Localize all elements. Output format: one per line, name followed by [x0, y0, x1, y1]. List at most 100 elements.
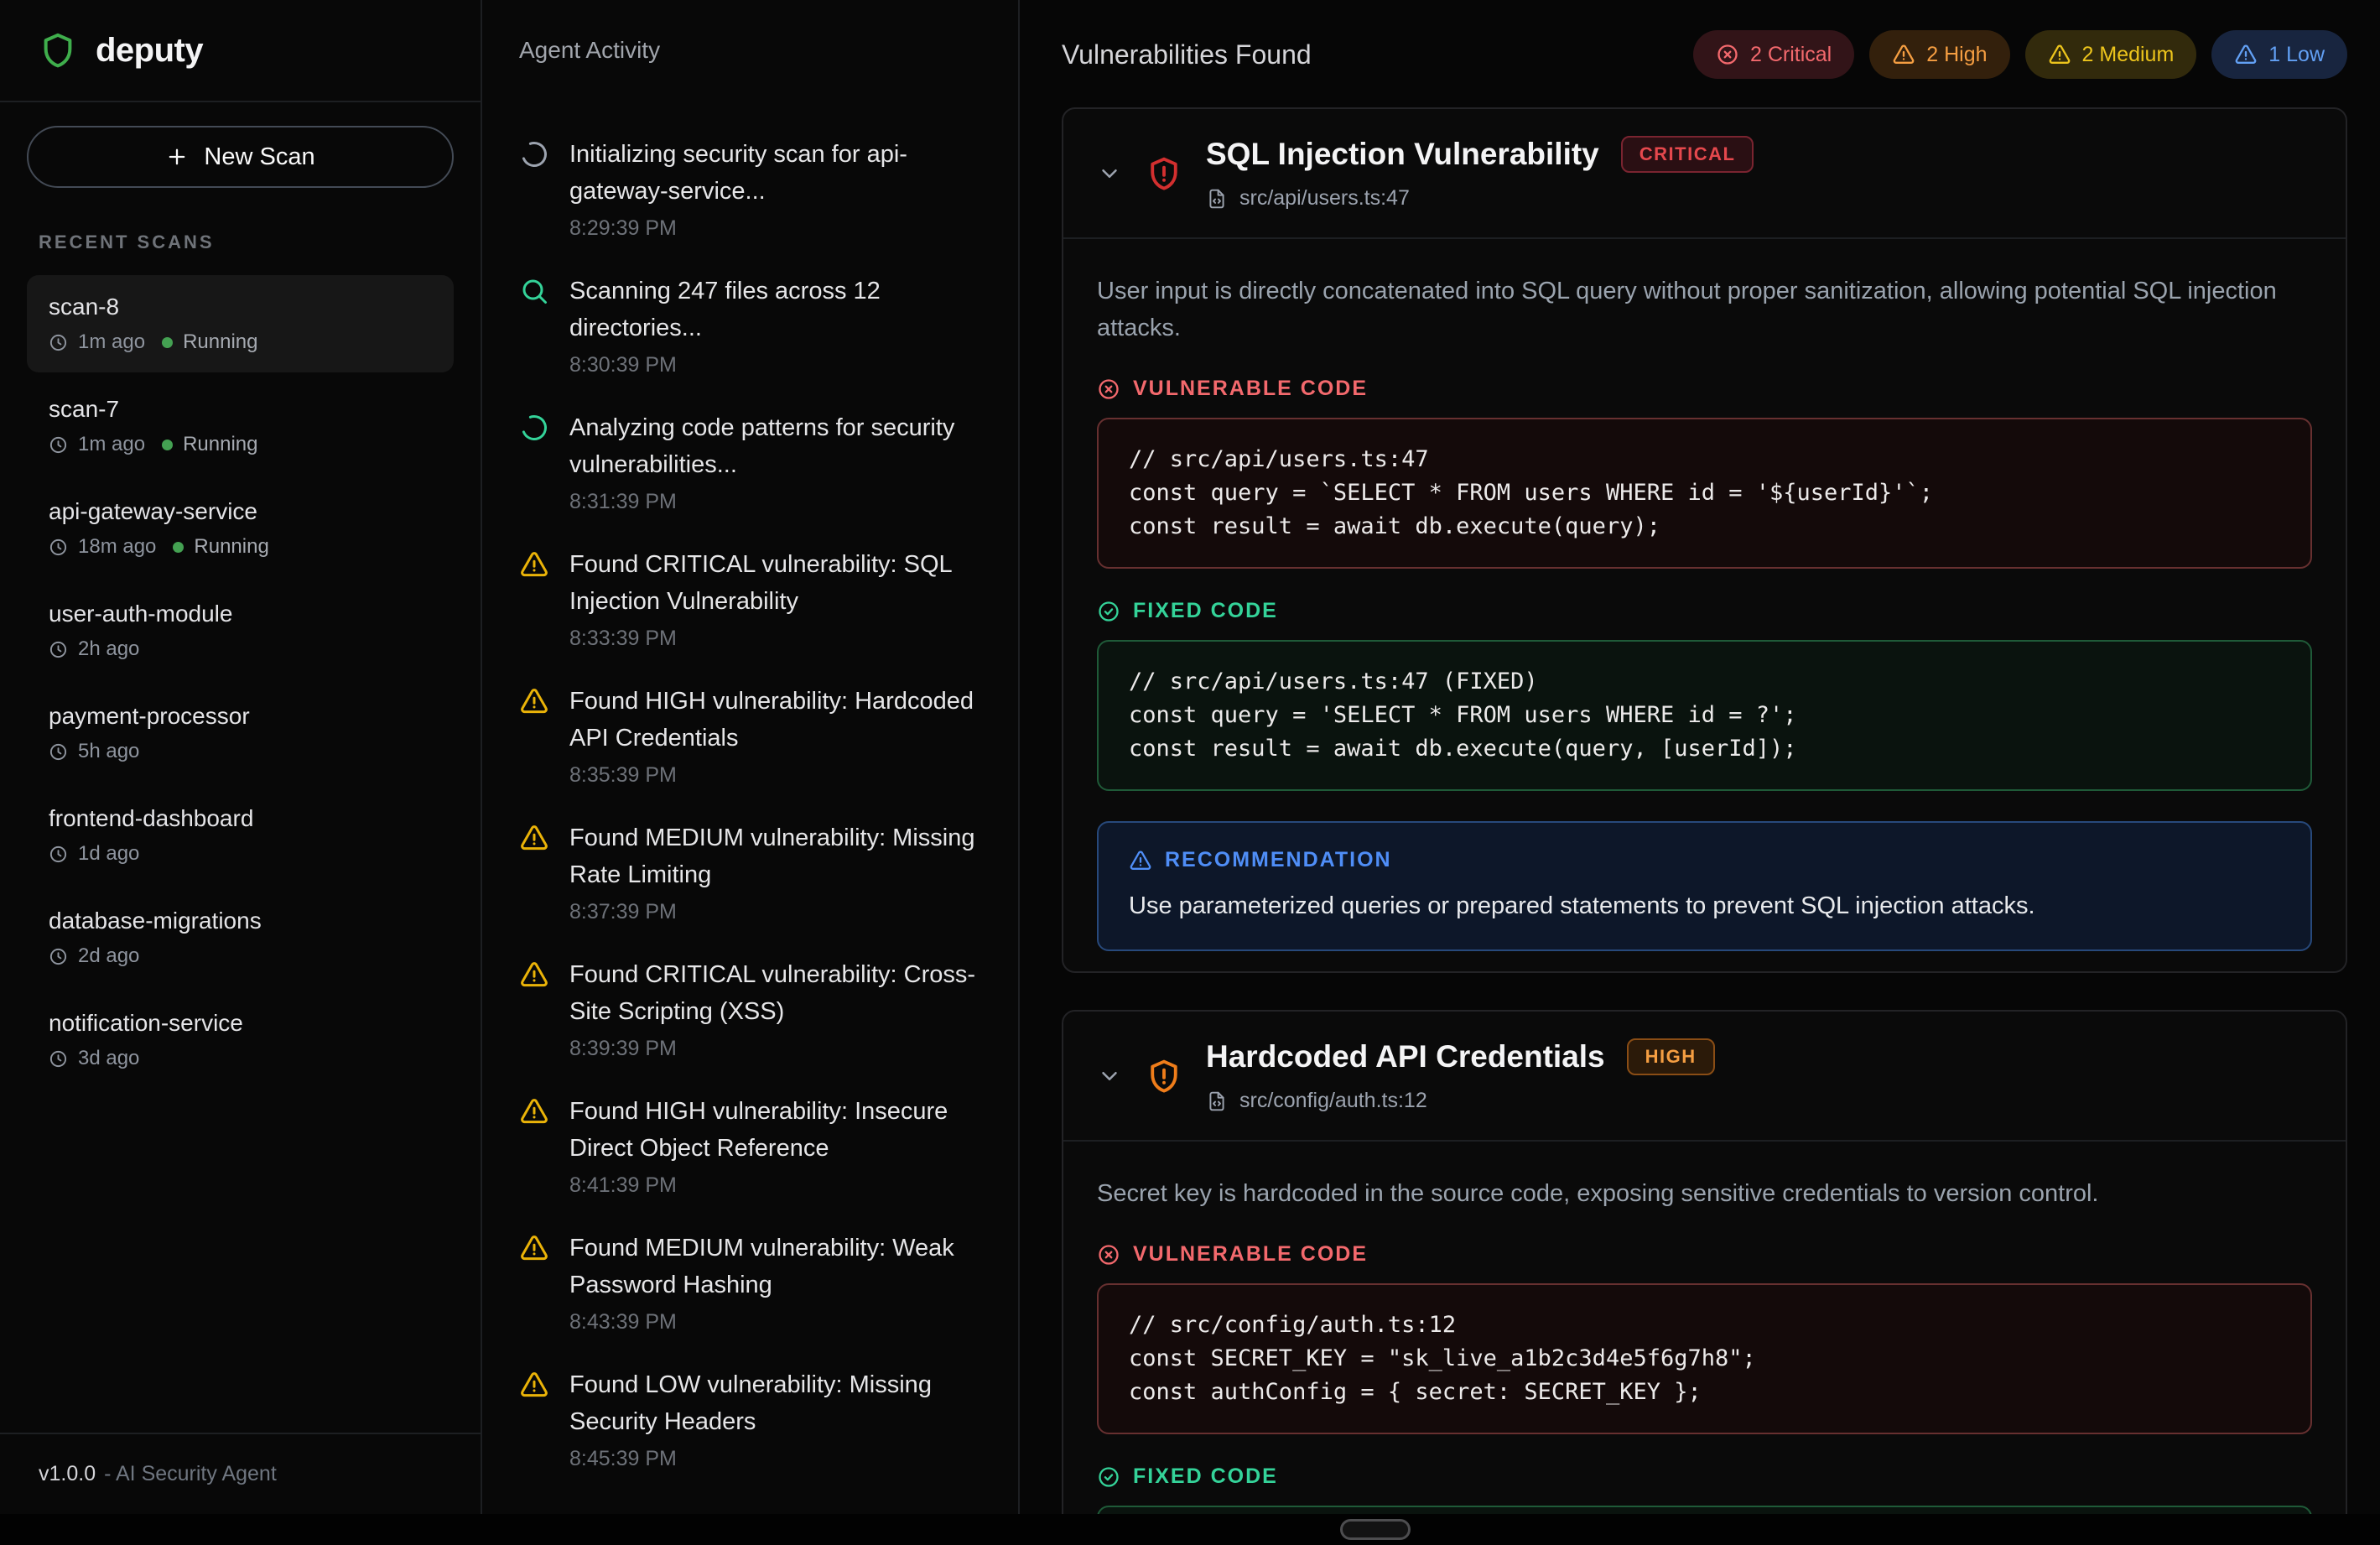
warning-triangle-icon	[1892, 43, 1915, 66]
warning-triangle-icon	[519, 1370, 549, 1473]
scan-meta: 18m ago Running	[49, 535, 432, 559]
vulnerability-description: Secret key is hardcoded in the source co…	[1097, 1175, 2312, 1212]
badge-label: 2 Critical	[1750, 43, 1832, 67]
activity-time: 8:37:39 PM	[569, 898, 981, 926]
fixed-code-block: // src/config/auth.ts:12 (FIXED)	[1097, 1506, 2312, 1514]
scan-name: scan-7	[49, 396, 432, 423]
file-code-icon	[1206, 1090, 1228, 1112]
code-line: // src/api/users.ts:47	[1129, 443, 2280, 476]
sidebar-footer: v1.0.0 - AI Security Agent	[0, 1433, 481, 1514]
scan-time: 1m ago	[78, 330, 145, 354]
recommendation-box: RECOMMENDATION Use parameterized queries…	[1097, 821, 2312, 951]
clock-icon	[49, 640, 68, 659]
scan-time: 1d ago	[78, 842, 139, 866]
activity-body: Found MEDIUM vulnerability: Weak Passwor…	[569, 1230, 981, 1336]
activity-text: Scanning 247 files across 12 directories…	[569, 273, 981, 346]
file-code-icon	[1206, 188, 1228, 210]
code-line: const query = `SELECT * FROM users WHERE…	[1129, 476, 2280, 510]
vulnerabilities-header: Vulnerabilities Found 2 Critical 2 High …	[1062, 30, 2347, 79]
clock-icon	[49, 435, 68, 455]
clock-icon	[49, 742, 68, 762]
window-handle[interactable]	[1340, 1519, 1411, 1540]
scan-name: database-migrations	[49, 908, 432, 934]
new-scan-button[interactable]: New Scan	[27, 126, 454, 188]
spinner-icon	[519, 413, 549, 516]
activity-item: Analyzing code patterns for security vul…	[519, 409, 981, 516]
scan-list-item-notification-service[interactable]: notification-service 3d ago	[27, 991, 454, 1089]
scan-meta: 1m ago Running	[49, 433, 432, 456]
clock-icon	[49, 947, 68, 966]
file-path: src/api/users.ts:47	[1239, 186, 1410, 211]
badge-label: 1 Low	[2268, 43, 2325, 67]
activity-body: Found CRITICAL vulnerability: Cross-Site…	[569, 956, 981, 1063]
activity-time: 8:35:39 PM	[569, 762, 981, 789]
vulnerabilities-panel: Vulnerabilities Found 2 Critical 2 High …	[1020, 0, 2380, 1514]
scan-list-item-user-auth-module[interactable]: user-auth-module 2h ago	[27, 582, 454, 679]
activity-text: Found HIGH vulnerability: Insecure Direc…	[569, 1093, 981, 1167]
activity-text: Found MEDIUM vulnerability: Missing Rate…	[569, 819, 981, 893]
file-path-row: src/config/auth.ts:12	[1206, 1089, 1715, 1113]
sidebar-header: deputy	[0, 0, 481, 102]
activity-body: Analyzing code patterns for security vul…	[569, 409, 981, 516]
activity-time: 8:29:39 PM	[569, 215, 981, 242]
scan-meta: 2h ago	[49, 637, 432, 661]
code-line: const result = await db.execute(query);	[1129, 510, 2280, 544]
code-line: const result = await db.execute(query, […	[1129, 732, 2280, 766]
activity-item: Initializing security scan for api-gatew…	[519, 136, 981, 242]
activity-time: 8:41:39 PM	[569, 1172, 981, 1199]
app-version: v1.0.0	[39, 1462, 96, 1486]
critical-count-badge: 2 Critical	[1693, 30, 1854, 79]
scan-name: user-auth-module	[49, 601, 432, 627]
scan-list-item-api-gateway-service[interactable]: api-gateway-service 18m ago Running	[27, 480, 454, 577]
check-circle-icon	[1097, 600, 1120, 623]
code-line: // src/api/users.ts:47 (FIXED)	[1129, 665, 2280, 699]
clock-icon	[49, 333, 68, 352]
card-body: User input is directly concatenated into…	[1063, 239, 2346, 971]
high-count-badge: 2 High	[1869, 30, 2009, 79]
activity-time: 8:43:39 PM	[569, 1308, 981, 1336]
scan-time: 2h ago	[78, 637, 139, 661]
chevron-down-icon[interactable]	[1097, 161, 1122, 186]
vulnerability-card-hardcoded-credentials: Hardcoded API Credentials HIGH src/confi…	[1062, 1010, 2347, 1514]
vulnerability-title: SQL Injection Vulnerability	[1206, 137, 1599, 172]
activity-time: 8:39:39 PM	[569, 1035, 981, 1063]
x-circle-icon	[1097, 1243, 1120, 1267]
scan-list-item-payment-processor[interactable]: payment-processor 5h ago	[27, 684, 454, 782]
warning-triangle-icon	[519, 823, 549, 926]
activity-body: Found LOW vulnerability: Missing Securit…	[569, 1366, 981, 1473]
medium-count-badge: 2 Medium	[2025, 30, 2197, 79]
chevron-down-icon[interactable]	[1097, 1064, 1122, 1089]
vulnerability-description: User input is directly concatenated into…	[1097, 273, 2312, 346]
running-dot	[162, 440, 173, 450]
scan-list-item-database-migrations[interactable]: database-migrations 2d ago	[27, 889, 454, 986]
activity-item: Found HIGH vulnerability: Hardcoded API …	[519, 683, 981, 789]
card-header[interactable]: Hardcoded API Credentials HIGH src/confi…	[1063, 1012, 2346, 1142]
shield-alert-icon	[1146, 153, 1182, 194]
scan-time: 3d ago	[78, 1047, 139, 1070]
activity-text: Found MEDIUM vulnerability: Weak Passwor…	[569, 1230, 981, 1303]
badge-label: 2 Medium	[2082, 43, 2175, 67]
activity-body: Found CRITICAL vulnerability: SQL Inject…	[569, 546, 981, 653]
scan-name: scan-8	[49, 294, 432, 320]
search-icon	[519, 276, 549, 379]
spinner-icon	[519, 139, 549, 242]
file-path-row: src/api/users.ts:47	[1206, 186, 1754, 211]
activity-body: Found HIGH vulnerability: Insecure Direc…	[569, 1093, 981, 1199]
vulnerability-card-sql-injection: SQL Injection Vulnerability CRITICAL src…	[1062, 107, 2347, 973]
card-header[interactable]: SQL Injection Vulnerability CRITICAL src…	[1063, 109, 2346, 239]
recommendation-text: Use parameterized queries or prepared st…	[1129, 887, 2280, 924]
scan-list-item-scan-8[interactable]: scan-8 1m ago Running	[27, 275, 454, 372]
warning-triangle-icon	[2048, 43, 2071, 66]
scan-list-item-scan-7[interactable]: scan-7 1m ago Running	[27, 377, 454, 475]
scan-list-item-frontend-dashboard[interactable]: frontend-dashboard 1d ago	[27, 787, 454, 884]
warning-triangle-icon	[519, 1233, 549, 1336]
code-line: const SECRET_KEY = "sk_live_a1b2c3d4e5f6…	[1129, 1342, 2280, 1376]
activity-text: Found CRITICAL vulnerability: Cross-Site…	[569, 956, 981, 1030]
badge-label: 2 High	[1926, 43, 1987, 67]
activity-item: Found CRITICAL vulnerability: SQL Inject…	[519, 546, 981, 653]
vulnerability-title: Hardcoded API Credentials	[1206, 1039, 1605, 1074]
shield-logo-icon	[39, 29, 77, 71]
activity-time: 8:45:39 PM	[569, 1445, 981, 1473]
clock-icon	[49, 538, 68, 557]
running-dot	[162, 337, 173, 348]
